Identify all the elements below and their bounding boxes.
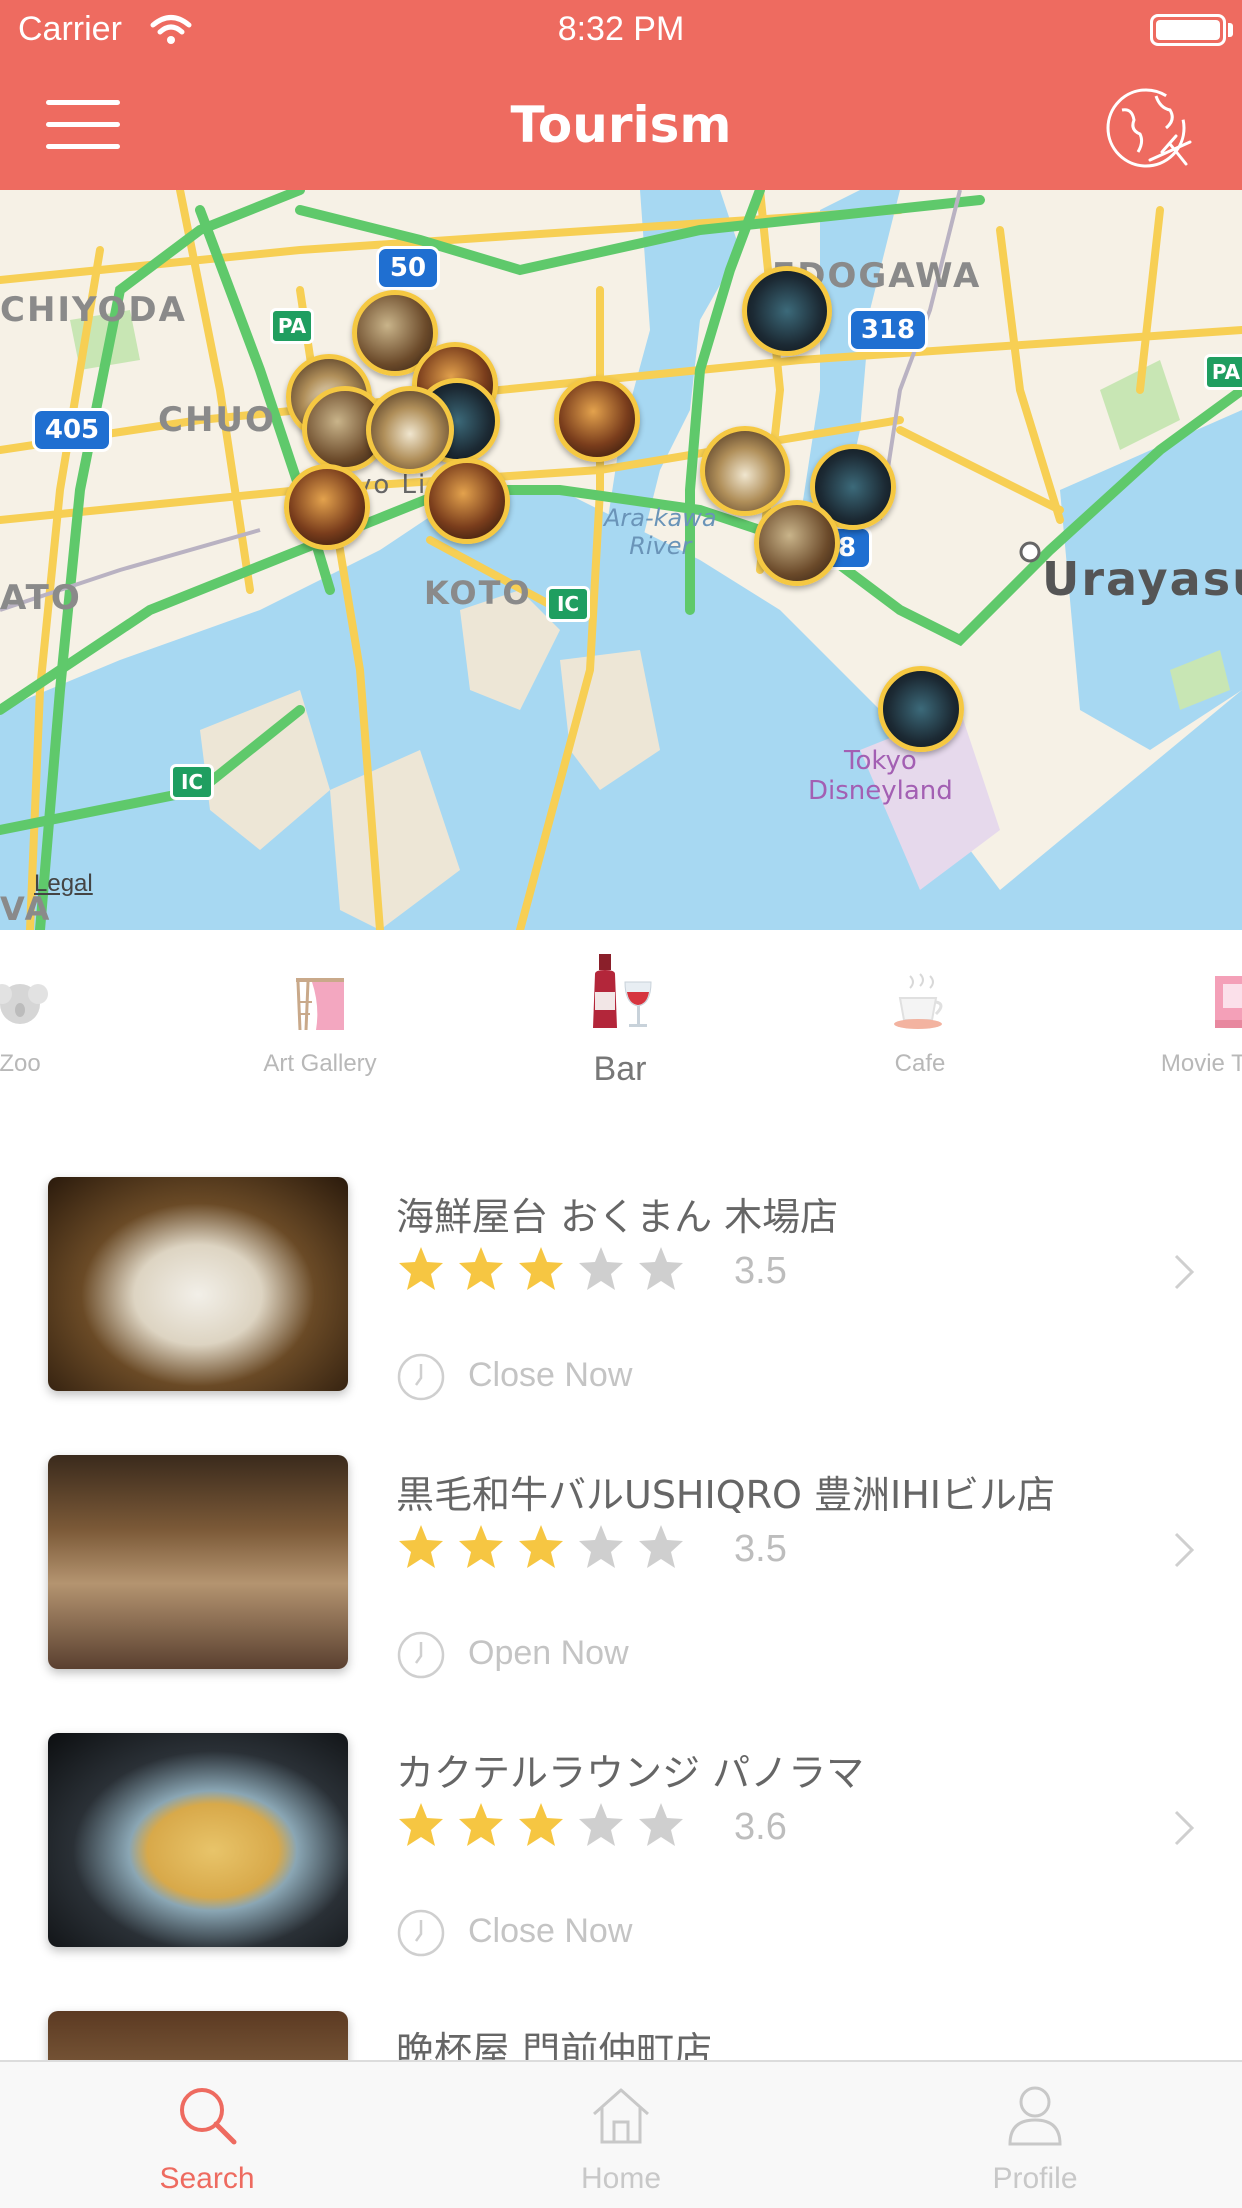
chevron-right-icon bbox=[1174, 1532, 1195, 1568]
star-filled-icon bbox=[459, 1803, 503, 1846]
wine-bottle-icon bbox=[593, 954, 652, 1028]
clock-icon bbox=[397, 1631, 445, 1679]
list-item[interactable]: 晩杯屋 門前仲町店 bbox=[0, 1964, 1242, 2060]
koala-icon bbox=[0, 984, 48, 1024]
category-bar[interactable]: Bar bbox=[540, 952, 700, 1089]
status-time: 8:32 PM bbox=[557, 10, 685, 48]
map-view[interactable]: CHIYODA CHUO KOTO EDOGAWA Urayasu ATO vo… bbox=[0, 190, 1242, 930]
route-shield-405: 405 bbox=[32, 408, 112, 452]
map-label-minato: ATO bbox=[0, 578, 82, 618]
star-filled-icon bbox=[519, 1247, 563, 1290]
star-filled-icon bbox=[519, 1803, 563, 1846]
route-shield-318: 318 bbox=[848, 308, 928, 352]
list-item[interactable]: 海鮮屋台 おくまん 木場店 3.5 Close Now bbox=[0, 1130, 1242, 1408]
map-pin[interactable] bbox=[742, 266, 832, 356]
open-status: Close Now bbox=[468, 1356, 633, 1394]
coffee-cup-icon bbox=[894, 973, 943, 1029]
map-pin[interactable] bbox=[878, 666, 964, 752]
category-movie-theater[interactable]: Movie Th bbox=[1130, 970, 1242, 1078]
category-cafe[interactable]: Cafe bbox=[860, 970, 980, 1078]
chevron-right-icon bbox=[1174, 1810, 1195, 1846]
map-pin[interactable] bbox=[554, 376, 640, 462]
tab-home[interactable]: Home bbox=[414, 2062, 828, 2208]
star-empty-icon bbox=[579, 1803, 623, 1846]
category-art-gallery[interactable]: Art Gallery bbox=[240, 970, 400, 1078]
place-thumbnail bbox=[48, 1455, 348, 1669]
status-bar: Carrier 8:32 PM bbox=[0, 0, 1242, 62]
place-name: 晩杯屋 門前仲町店 bbox=[396, 2029, 713, 2060]
map-label-chiyoda: CHIYODA bbox=[0, 290, 187, 330]
map-pin[interactable] bbox=[700, 426, 790, 516]
tab-profile[interactable]: Profile bbox=[828, 2062, 1242, 2208]
star-empty-icon bbox=[579, 1247, 623, 1290]
search-icon bbox=[180, 2088, 237, 2145]
list-item[interactable]: カクテルラウンジ パノラマ 3.6 Close Now bbox=[0, 1686, 1242, 1964]
star-filled-icon bbox=[399, 1525, 443, 1568]
home-icon bbox=[593, 2088, 649, 2144]
star-empty-icon bbox=[639, 1803, 683, 1846]
app-header: Carrier 8:32 PM Tourism bbox=[0, 0, 1242, 190]
ic-marker: IC bbox=[546, 586, 590, 622]
star-filled-icon bbox=[459, 1525, 503, 1568]
star-empty-icon bbox=[579, 1525, 623, 1568]
rating-value: 3.6 bbox=[734, 1806, 787, 1848]
map-label-koto: KOTO bbox=[424, 574, 532, 612]
category-label: Zoo bbox=[0, 1050, 41, 1077]
star-empty-icon bbox=[639, 1247, 683, 1290]
movie-theater-icon bbox=[1215, 976, 1242, 1028]
list-item[interactable]: 黒毛和牛バルUSHIQRO 豊洲IHIビル店 3.5 Open Now bbox=[0, 1408, 1242, 1686]
pa-marker-2: PA bbox=[1204, 354, 1242, 390]
globe-plane-icon[interactable] bbox=[1100, 80, 1194, 174]
tab-search[interactable]: Search bbox=[0, 2062, 414, 2208]
profile-icon bbox=[1008, 2086, 1062, 2146]
map-label-disneyland: Tokyo Disneyland bbox=[808, 746, 953, 806]
tab-label: Home bbox=[580, 2162, 662, 2195]
star-filled-icon bbox=[399, 1803, 443, 1846]
star-empty-icon bbox=[639, 1525, 683, 1568]
category-label: Bar bbox=[593, 1050, 647, 1088]
battery-tip bbox=[1228, 23, 1233, 37]
map-label-chuo: CHUO bbox=[158, 400, 276, 440]
rating-value: 3.5 bbox=[734, 1250, 787, 1292]
clock-icon bbox=[397, 1353, 445, 1401]
pa-marker: PA bbox=[270, 308, 314, 344]
place-name: 海鮮屋台 おくまん 木場店 bbox=[396, 1195, 839, 1239]
place-list[interactable]: 海鮮屋台 おくまん 木場店 3.5 Close Now 黒毛和牛バルUSHIQR… bbox=[0, 1130, 1242, 2060]
place-thumbnail bbox=[48, 1177, 348, 1391]
category-label: Cafe bbox=[894, 1050, 946, 1077]
star-filled-icon bbox=[519, 1525, 563, 1568]
map-pin[interactable] bbox=[424, 458, 510, 544]
tab-bar: Search Home Profile bbox=[0, 2060, 1242, 2208]
star-filled-icon bbox=[399, 1247, 443, 1290]
art-easel-icon bbox=[296, 978, 344, 1031]
map-pin[interactable] bbox=[366, 386, 454, 474]
battery-icon bbox=[1150, 14, 1226, 46]
category-carousel[interactable]: Zoo Art Gallery Bar Cafe Movie T bbox=[0, 930, 1242, 1130]
category-label: Movie Th bbox=[1160, 1050, 1242, 1077]
map-label-arakawa: Ara-kawa River bbox=[604, 504, 717, 560]
category-zoo[interactable]: Zoo bbox=[0, 970, 60, 1078]
place-thumbnail bbox=[48, 2011, 348, 2060]
map-legal-link[interactable]: Legal bbox=[34, 870, 93, 898]
star-filled-icon bbox=[459, 1247, 503, 1290]
place-name: 黒毛和牛バルUSHIQRO 豊洲IHIビル店 bbox=[396, 1473, 1056, 1517]
open-status: Close Now bbox=[468, 1912, 633, 1950]
category-label: Art Gallery bbox=[263, 1050, 377, 1077]
place-name: カクテルラウンジ パノラマ bbox=[396, 1751, 865, 1795]
tab-label: Search bbox=[159, 2162, 255, 2195]
page-title: Tourism bbox=[510, 96, 732, 154]
rating-value: 3.5 bbox=[734, 1528, 787, 1570]
map-pin[interactable] bbox=[754, 500, 840, 586]
clock-icon bbox=[397, 1909, 445, 1957]
place-thumbnail bbox=[48, 1733, 348, 1947]
chevron-right-icon bbox=[1174, 1254, 1195, 1290]
ic-marker-2: IC bbox=[170, 764, 214, 800]
open-status: Open Now bbox=[468, 1634, 629, 1672]
map-pin[interactable] bbox=[284, 464, 370, 550]
tab-label: Profile bbox=[992, 2162, 1078, 2195]
route-shield-50: 50 bbox=[376, 246, 440, 290]
map-label-urayasu: Urayasu bbox=[1042, 552, 1242, 606]
